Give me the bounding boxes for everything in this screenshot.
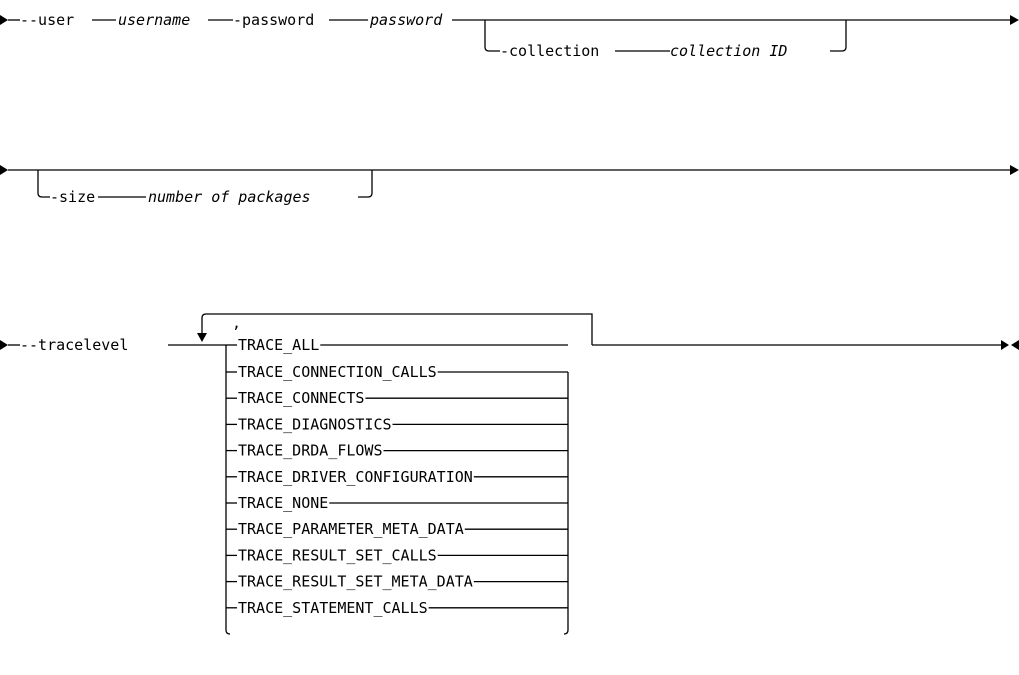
row-start-arrow-icon <box>0 340 8 350</box>
row-size: -size number of packages <box>0 165 1019 206</box>
row-start-arrow-icon <box>0 165 8 175</box>
tracelevel-option: TRACE_RESULT_SET_CALLS <box>238 546 437 564</box>
tracelevel-option: TRACE_NONE <box>238 494 328 512</box>
tracelevel-option: TRACE_RESULT_SET_META_DATA <box>238 573 473 591</box>
tracelevel-options: TRACE_ALL TRACE_CONNECTION_CALLS TRACE_CON… <box>226 336 568 617</box>
collection-flag: -collection <box>500 42 599 60</box>
password-flag: -password <box>233 11 314 29</box>
tracelevel-option: TRACE_PARAMETER_META_DATA <box>238 520 464 538</box>
username-variable: username <box>118 11 190 29</box>
tracelevel-option: TRACE_CONNECTS <box>238 389 364 407</box>
size-flag: -size <box>50 188 95 206</box>
tracelevel-option: TRACE_STATEMENT_CALLS <box>238 599 428 617</box>
repeat-separator: , <box>232 314 241 332</box>
row-end-arrow-icon <box>1001 340 1009 350</box>
tracelevel-option: TRACE_ALL <box>238 336 319 354</box>
tracelevel-option: TRACE_DIAGNOSTICS <box>238 415 392 433</box>
repeat-arrow-icon <box>197 333 207 342</box>
packages-variable: number of packages <box>148 188 311 206</box>
tracelevel-option: TRACE_DRDA_FLOWS <box>238 442 383 460</box>
syntax-diagram: --user username -password password -coll… <box>0 11 1019 635</box>
tracelevel-option: TRACE_DRIVER_CONFIGURATION <box>238 468 473 486</box>
row-continue-arrow-icon <box>1010 15 1019 25</box>
row-start-arrow-icon <box>0 15 8 25</box>
row-user-password: --user username -password password -coll… <box>0 11 1019 60</box>
optional-size-branch: -size number of packages <box>37 170 373 206</box>
tracelevel-option: TRACE_CONNECTION_CALLS <box>238 363 437 381</box>
user-flag: --user <box>20 11 74 29</box>
tracelevel-choice-stack: TRACE_ALL TRACE_CONNECTION_CALLS TRACE_CON… <box>225 336 569 635</box>
row-end-arrow-icon <box>1011 340 1019 350</box>
row-continue-arrow-icon <box>1010 165 1019 175</box>
row-tracelevel: --tracelevel , TRACE_ALL TRACE_CONNECTION… <box>0 313 1019 635</box>
collection-id-variable: collection ID <box>670 42 787 60</box>
optional-collection-branch: -collection collection ID <box>484 20 847 60</box>
tracelevel-flag: --tracelevel <box>20 336 128 354</box>
password-variable: password <box>369 11 443 29</box>
